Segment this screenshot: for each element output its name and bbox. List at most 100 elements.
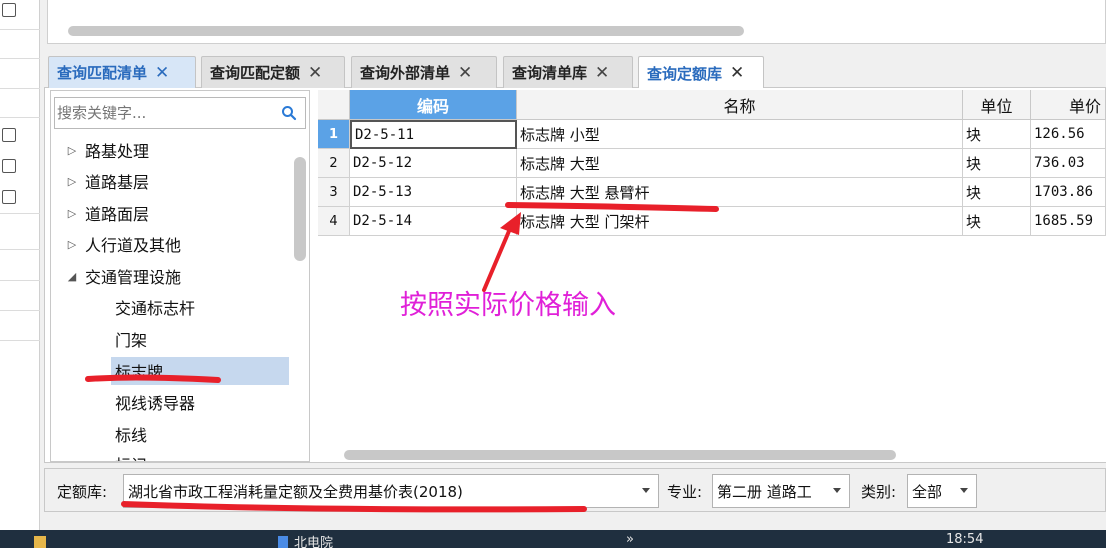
tab-query-quota-library[interactable]: 查询定额库 ✕ [638, 56, 764, 89]
tree-child-label: 标志牌 [115, 363, 164, 382]
category-select[interactable]: 全部 [907, 474, 977, 508]
chevron-down-icon[interactable] [642, 488, 650, 493]
cell-price[interactable]: 1703.86 [1031, 178, 1106, 207]
table-row[interactable]: 1 D2-5-11 标志牌 小型 块 126.56 [318, 120, 1106, 149]
major-value: 第二册 道路工 [717, 482, 812, 501]
expand-arrow-icon[interactable]: ▷ [63, 238, 81, 251]
row-number[interactable]: 1 [318, 120, 350, 149]
row-divider [0, 340, 40, 341]
cell-unit[interactable]: 块 [963, 120, 1031, 149]
row-divider [0, 117, 40, 118]
horizontal-scrollbar-thumb[interactable] [68, 26, 744, 36]
row-divider [0, 213, 40, 214]
search-input[interactable] [57, 100, 275, 126]
close-icon[interactable]: ✕ [458, 63, 472, 83]
tree-item-label: 人行道及其他 [85, 236, 182, 255]
tree-child-label: 交通标志杆 [115, 299, 196, 318]
vertical-scrollbar-thumb[interactable] [294, 157, 306, 261]
cell-unit[interactable]: 块 [963, 178, 1031, 207]
column-header-name[interactable]: 名称 [517, 90, 963, 120]
horizontal-scrollbar-thumb[interactable] [344, 450, 896, 460]
row-divider [0, 58, 40, 59]
chapter-tree-panel: ▷ 路基处理 ▷ 道路基层 ▷ 道路面层 ▷ 人行道及其他 ◢ 交通管理设施 交… [50, 90, 310, 462]
quota-library-select[interactable]: 湖北省市政工程消耗量定额及全费用基价表(2018) [123, 474, 659, 508]
cell-name[interactable]: 标志牌 大型 悬臂杆 [517, 178, 963, 207]
tree-item-label: 交通管理设施 [85, 268, 182, 287]
annotation-text: 按照实际价格输入 [400, 290, 616, 321]
cell-code[interactable]: D2-5-12 [350, 149, 517, 178]
tab-label: 查询定额库 [647, 64, 723, 83]
tree-item-label: 路基处理 [85, 142, 150, 161]
column-header-price[interactable]: 单价 [1031, 90, 1106, 120]
column-header-code[interactable]: 编码 [350, 90, 517, 120]
tree-child-marking[interactable]: 标记 [111, 450, 147, 461]
close-icon[interactable]: ✕ [155, 63, 169, 83]
row-checkbox[interactable] [2, 190, 16, 204]
table-row[interactable]: 4 D2-5-14 标志牌 大型 门架杆 块 1685.59 [318, 207, 1106, 236]
table-row[interactable]: 2 D2-5-12 标志牌 大型 块 736.03 [318, 149, 1106, 178]
chevron-down-icon[interactable] [833, 488, 841, 493]
tree-child-label: 标记 [115, 452, 147, 461]
row-number[interactable]: 4 [318, 207, 350, 236]
close-icon[interactable]: ✕ [730, 63, 744, 83]
table-row[interactable]: 3 D2-5-13 标志牌 大型 悬臂杆 块 1703.86 [318, 178, 1106, 207]
query-tab-bar: 查询匹配清单 ✕ 查询匹配定额 ✕ 查询外部清单 ✕ 查询清单库 ✕ 查询定额库… [44, 52, 1106, 89]
major-select[interactable]: 第二册 道路工 [712, 474, 850, 508]
expand-arrow-icon[interactable]: ▷ [63, 144, 81, 157]
tree-child-marking-line[interactable]: 标线 [111, 420, 147, 448]
cell-name[interactable]: 标志牌 小型 [517, 120, 963, 149]
row-number[interactable]: 2 [318, 149, 350, 178]
tree-child-delineator[interactable]: 视线诱导器 [111, 388, 195, 416]
cell-name[interactable]: 标志牌 大型 门架杆 [517, 207, 963, 236]
tree-child-sign-board[interactable]: 标志牌 [111, 357, 289, 385]
taskbar-app-label[interactable]: 北电院 [294, 532, 333, 548]
expand-arrow-icon[interactable]: ▷ [63, 207, 81, 220]
chevron-down-icon[interactable] [960, 488, 968, 493]
tree-child-label: 视线诱导器 [115, 394, 196, 413]
cell-unit[interactable]: 块 [963, 207, 1031, 236]
expand-arrow-icon[interactable]: ▷ [63, 175, 81, 188]
tree-child-gantry[interactable]: 门架 [111, 325, 147, 353]
tree-item-label: 道路面层 [85, 205, 150, 224]
tree-child-sign-pole[interactable]: 交通标志杆 [111, 293, 195, 321]
row-checkbox[interactable] [2, 159, 16, 173]
cell-unit[interactable]: 块 [963, 149, 1031, 178]
cell-price[interactable]: 126.56 [1031, 120, 1106, 149]
row-number-header [318, 90, 350, 120]
cell-code[interactable]: D2-5-14 [350, 207, 517, 236]
row-checkbox[interactable] [2, 3, 16, 17]
close-icon[interactable]: ✕ [595, 63, 609, 83]
tree-item-road-surface[interactable]: ▷ 道路面层 [51, 199, 287, 227]
quota-filter-bar: 定额库: 湖北省市政工程消耗量定额及全费用基价表(2018) 专业: 第二册 道… [44, 468, 1106, 512]
taskbar-overflow-icon[interactable]: » [626, 532, 634, 547]
row-checkbox[interactable] [2, 128, 16, 142]
tree-item-sidewalk-other[interactable]: ▷ 人行道及其他 [51, 230, 287, 258]
folder-icon[interactable] [34, 536, 46, 548]
cell-name[interactable]: 标志牌 大型 [517, 149, 963, 178]
tab-label: 查询外部清单 [360, 64, 451, 82]
tab-query-matching-list[interactable]: 查询匹配清单 ✕ [48, 56, 196, 88]
tree-item-road-base[interactable]: ▷ 道路基层 [51, 167, 287, 195]
tree-item-traffic-management[interactable]: ◢ 交通管理设施 [51, 262, 287, 290]
quota-library-label: 定额库: [57, 483, 108, 501]
tree-item-label: 道路基层 [85, 173, 150, 192]
cell-price[interactable]: 736.03 [1031, 149, 1106, 178]
row-number[interactable]: 3 [318, 178, 350, 207]
tab-query-list-library[interactable]: 查询清单库 ✕ [503, 56, 633, 88]
app-icon[interactable] [278, 536, 288, 548]
tree-child-label: 门架 [115, 331, 148, 350]
cell-code[interactable]: D2-5-13 [350, 178, 517, 207]
quota-grid: 编码 名称 单位 单价 1 D2-5-11 标志牌 小型 块 126.56 2 … [318, 90, 1106, 462]
cell-price[interactable]: 1685.59 [1031, 207, 1106, 236]
row-divider [0, 88, 40, 89]
category-value: 全部 [912, 482, 943, 501]
tab-query-external-list[interactable]: 查询外部清单 ✕ [351, 56, 497, 88]
row-divider [0, 29, 40, 30]
close-icon[interactable]: ✕ [308, 63, 322, 83]
cell-code[interactable]: D2-5-11 [350, 120, 517, 149]
tab-query-matching-quota[interactable]: 查询匹配定额 ✕ [201, 56, 345, 88]
search-icon[interactable] [281, 105, 297, 121]
column-header-unit[interactable]: 单位 [963, 90, 1031, 120]
tree-item-roadbed-treatment[interactable]: ▷ 路基处理 [51, 136, 287, 164]
collapse-arrow-icon[interactable]: ◢ [63, 270, 81, 283]
